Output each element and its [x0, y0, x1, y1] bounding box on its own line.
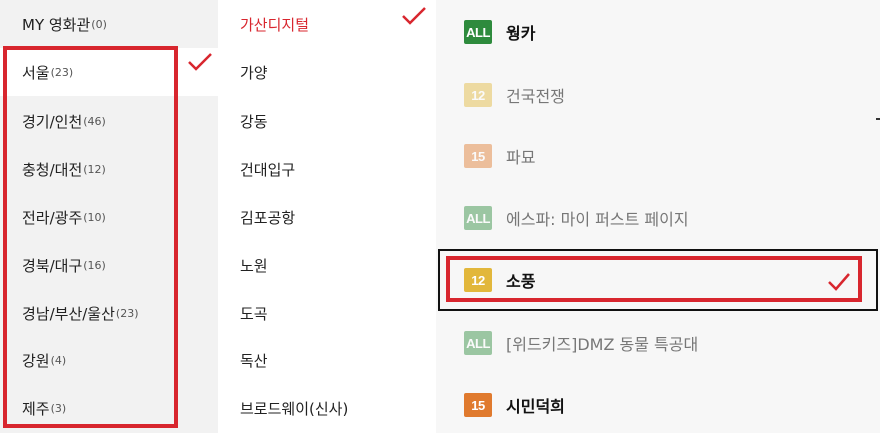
movie-title: [위드키즈]DMZ 동물 특공대	[506, 335, 699, 354]
region-item-jeolla-gwangju[interactable]: 전라/광주 (10)	[0, 193, 218, 241]
movie-title: 파묘	[506, 148, 536, 167]
rating-all-badge: ALL	[464, 331, 492, 355]
rating-all-badge: ALL	[464, 20, 492, 44]
theater-item-gayang[interactable]: 가양	[240, 48, 268, 96]
region-count: (23)	[50, 65, 74, 79]
movie-item-dmz-animal-squad[interactable]: ALL [위드키즈]DMZ 동물 특공대	[464, 325, 698, 361]
movie-title: 시민덕희	[506, 397, 565, 416]
movie-item-geonguk-war[interactable]: 12 건국전쟁	[464, 77, 565, 113]
region-count: (16)	[83, 258, 106, 272]
theater-item-doksan[interactable]: 독산	[240, 336, 268, 384]
theater-item-dogok[interactable]: 도곡	[240, 289, 268, 337]
region-label: 강원	[22, 351, 50, 370]
region-label: 경기/인천	[22, 112, 83, 131]
region-count: (46)	[83, 114, 106, 128]
check-icon	[828, 273, 850, 291]
region-item-chungcheong-daejeon[interactable]: 충청/대전 (12)	[0, 145, 218, 193]
region-item-my-cinema[interactable]: MY 영화관 (0)	[0, 0, 218, 48]
theater-item-gimpo-airport[interactable]: 김포공항	[240, 193, 295, 241]
selected-movie-highlight-box	[446, 256, 862, 302]
theater-item-nowon[interactable]: 노원	[240, 241, 268, 289]
region-item-gyeonggi-incheon[interactable]: 경기/인천 (46)	[0, 97, 218, 145]
region-label: 전라/광주	[22, 208, 83, 227]
edge-mark	[876, 118, 880, 120]
movie-item-aespa-my-first-page[interactable]: ALL 에스파: 마이 퍼스트 페이지	[464, 200, 689, 236]
movie-title: 건국전쟁	[506, 87, 565, 106]
region-label: 경남/부산/울산	[22, 304, 115, 323]
movie-item-wonka[interactable]: ALL 웡카	[464, 14, 535, 50]
region-label: 충청/대전	[22, 160, 83, 179]
region-count: (3)	[50, 401, 67, 415]
rating-15-badge: 15	[464, 144, 492, 168]
theater-item-konkuk-univ[interactable]: 건대입구	[240, 145, 295, 193]
region-label: 경북/대구	[22, 256, 83, 275]
region-count: (23)	[115, 306, 139, 320]
theater-item-gasan-digital[interactable]: 가산디지털	[240, 0, 309, 48]
movie-item-citizen-deokhee[interactable]: 15 시민덕희	[464, 387, 565, 423]
region-count: (4)	[50, 353, 67, 367]
rating-12-badge: 12	[464, 83, 492, 107]
region-label: 서울	[22, 63, 50, 82]
movie-title: 웡카	[506, 24, 536, 43]
region-item-gangwon[interactable]: 강원 (4)	[0, 336, 218, 384]
rating-15-badge: 15	[464, 393, 492, 417]
region-count: (12)	[83, 162, 106, 176]
check-icon	[402, 7, 426, 25]
movie-item-pamyo[interactable]: 15 파묘	[464, 138, 535, 174]
theater-list: 가산디지털 가양 강동 건대입구 김포공항 노원 도곡 독산 브로드웨이(신사)	[218, 0, 436, 433]
check-icon	[188, 53, 212, 71]
rating-all-badge: ALL	[464, 206, 492, 230]
region-label: MY 영화관	[22, 15, 91, 34]
region-item-jeju[interactable]: 제주 (3)	[0, 384, 218, 432]
region-item-gyeongnam-busan-ulsan[interactable]: 경남/부산/울산 (23)	[0, 289, 218, 337]
region-count: (0)	[91, 17, 107, 31]
region-item-gyeongbuk-daegu[interactable]: 경북/대구 (16)	[0, 241, 218, 289]
theater-item-gangdong[interactable]: 강동	[240, 97, 268, 145]
theater-item-broadway-sinsa[interactable]: 브로드웨이(신사)	[240, 384, 348, 432]
region-count: (10)	[83, 210, 106, 224]
movie-title: 에스파: 마이 퍼스트 페이지	[506, 210, 689, 229]
region-label: 제주	[22, 399, 50, 418]
